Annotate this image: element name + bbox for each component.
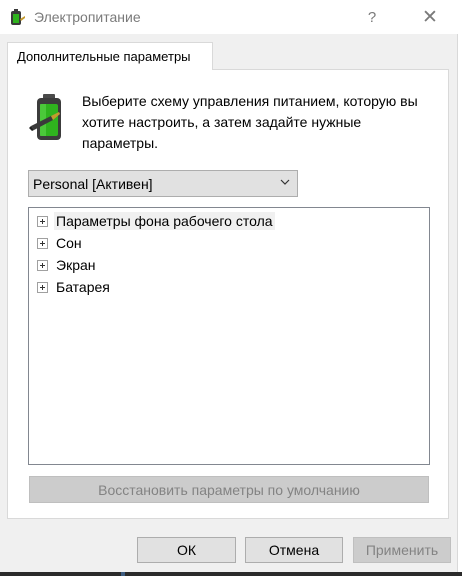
instruction-text: Выберите схему управления питанием, кото… bbox=[82, 93, 418, 151]
taskbar-edge bbox=[0, 572, 462, 576]
restore-defaults-button[interactable]: Восстановить параметры по умолчанию bbox=[29, 476, 429, 503]
window-title: Электропитание bbox=[34, 9, 141, 25]
help-button[interactable]: ? bbox=[350, 0, 394, 34]
ok-button[interactable]: ОК bbox=[137, 537, 236, 563]
expand-plus-icon[interactable] bbox=[37, 237, 48, 249]
tree-item-label: Экран bbox=[56, 257, 96, 273]
taskbar-accent bbox=[121, 572, 125, 576]
settings-tree[interactable]: Параметры фона рабочего стола Сон Экран … bbox=[28, 207, 430, 465]
expand-plus-icon[interactable] bbox=[37, 281, 48, 293]
battery-plug-icon bbox=[29, 94, 61, 140]
apply-button[interactable]: Применить bbox=[353, 537, 451, 563]
tree-item-display[interactable]: Экран bbox=[37, 255, 98, 275]
title-bar[interactable]: Электропитание ? ✕ bbox=[0, 0, 458, 34]
tree-item-battery[interactable]: Батарея bbox=[37, 277, 112, 297]
power-options-dialog: Электропитание ? ✕ Дополнительные параме… bbox=[0, 0, 458, 576]
tree-item-label: Сон bbox=[56, 235, 82, 251]
tree-item-sleep[interactable]: Сон bbox=[37, 233, 84, 253]
tree-item-desktop-background[interactable]: Параметры фона рабочего стола bbox=[37, 211, 275, 231]
cancel-button[interactable]: Отмена bbox=[245, 537, 343, 563]
power-options-icon bbox=[11, 9, 25, 25]
close-button[interactable]: ✕ bbox=[408, 0, 452, 34]
expand-plus-icon[interactable] bbox=[37, 259, 48, 271]
tree-item-label: Параметры фона рабочего стола bbox=[54, 212, 275, 230]
chevron-down-icon bbox=[280, 179, 290, 185]
power-scheme-selected-value: Personal [Активен] bbox=[33, 176, 153, 192]
tab-advanced-settings[interactable]: Дополнительные параметры bbox=[7, 42, 213, 70]
expand-plus-icon[interactable] bbox=[37, 215, 48, 227]
power-scheme-select[interactable]: Personal [Активен] bbox=[28, 170, 298, 197]
tree-item-label: Батарея bbox=[56, 279, 110, 295]
